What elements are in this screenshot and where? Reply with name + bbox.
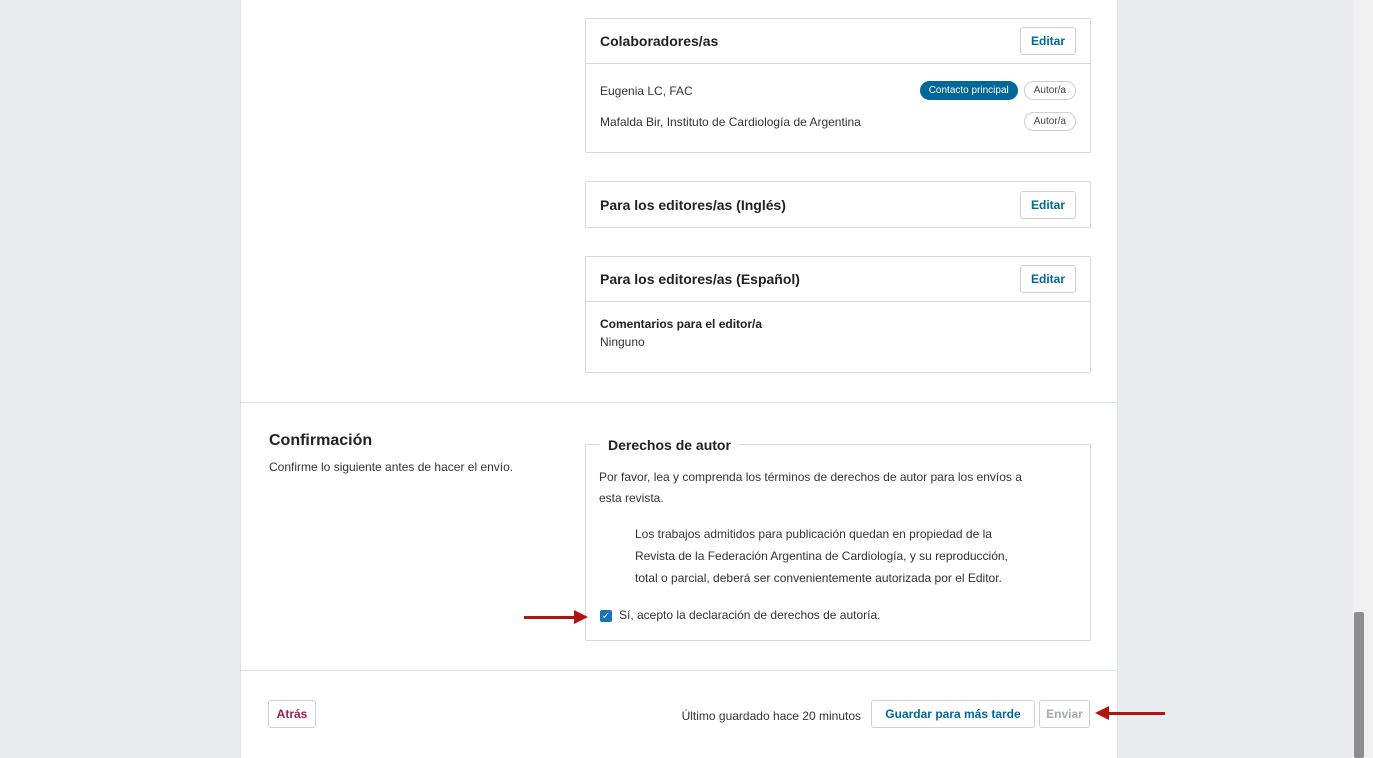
editors-es-header: Para los editores/as (Español) Editar [586, 257, 1090, 302]
back-button[interactable]: Atrás [268, 700, 316, 728]
confirmation-title: Confirmación [269, 432, 373, 449]
edit-contributors-button[interactable]: Editar [1019, 27, 1076, 55]
contributors-title: Colaboradores/as [600, 33, 719, 49]
role-badge: Autor/a [1023, 112, 1076, 131]
editors-es-title: Para los editores/as (Español) [600, 271, 800, 287]
save-for-later-button[interactable]: Guardar para más tarde [871, 700, 1035, 728]
confirmation-description: Confirme lo siguiente antes de hacer el … [269, 460, 514, 474]
primary-contact-badge: Contacto principal [919, 81, 1018, 100]
contributor-name: Mafalda Bir, Instituto de Cardiología de… [600, 114, 861, 129]
arrow-right-icon [524, 610, 588, 624]
contributor-row: Eugenia LC, FAC Contacto principal Autor… [586, 75, 1090, 106]
scrollbar-thumb[interactable] [1354, 612, 1364, 758]
editors-en-header: Para los editores/as (Inglés) Editar [586, 182, 1090, 227]
editors-en-title: Para los editores/as (Inglés) [600, 196, 786, 213]
copyright-intro-line1: Por favor, lea y comprenda los términos … [599, 470, 1022, 484]
copyright-agree-checkbox[interactable]: ✓ [600, 610, 612, 622]
comments-value: Ninguno [600, 335, 645, 349]
contributors-panel: Colaboradores/as Editar Eugenia LC, FAC … [585, 18, 1091, 153]
last-saved-status: Último guardado hace 20 minutos [681, 709, 861, 723]
editors-es-panel: Para los editores/as (Español) Editar Co… [585, 256, 1091, 373]
editors-en-panel: Para los editores/as (Inglés) Editar [585, 181, 1091, 228]
contributors-header: Colaboradores/as Editar [586, 19, 1090, 64]
section-divider [241, 670, 1117, 671]
editors-es-body: Comentarios para el editor/a Ninguno [586, 302, 1090, 349]
copyright-intro-line2: esta revista. [599, 491, 664, 505]
contributor-name: Eugenia LC, FAC [600, 83, 693, 98]
comments-label: Comentarios para el editor/a [600, 317, 763, 331]
role-badge: Autor/a [1023, 81, 1076, 100]
contributors-list: Eugenia LC, FAC Contacto principal Autor… [586, 64, 1090, 137]
copyright-legend: Derechos de autor [600, 437, 739, 453]
copyright-statement-line3: total o parcial, deberá ser convenientem… [635, 571, 1002, 585]
section-divider [241, 402, 1117, 403]
contributor-row: Mafalda Bir, Instituto de Cardiología de… [586, 106, 1090, 137]
copyright-statement-line1: Los trabajos admitidos para publicación … [635, 527, 992, 541]
copyright-agree-label[interactable]: Sí, acepto la declaración de derechos de… [619, 608, 881, 622]
edit-editors-en-button[interactable]: Editar [1019, 190, 1076, 219]
edit-editors-es-button[interactable]: Editar [1019, 265, 1076, 293]
arrow-left-icon [1095, 706, 1167, 720]
submit-button[interactable]: Enviar [1039, 700, 1090, 728]
copyright-statement-line2: Revista de la Federación Argentina de Ca… [635, 549, 1008, 563]
